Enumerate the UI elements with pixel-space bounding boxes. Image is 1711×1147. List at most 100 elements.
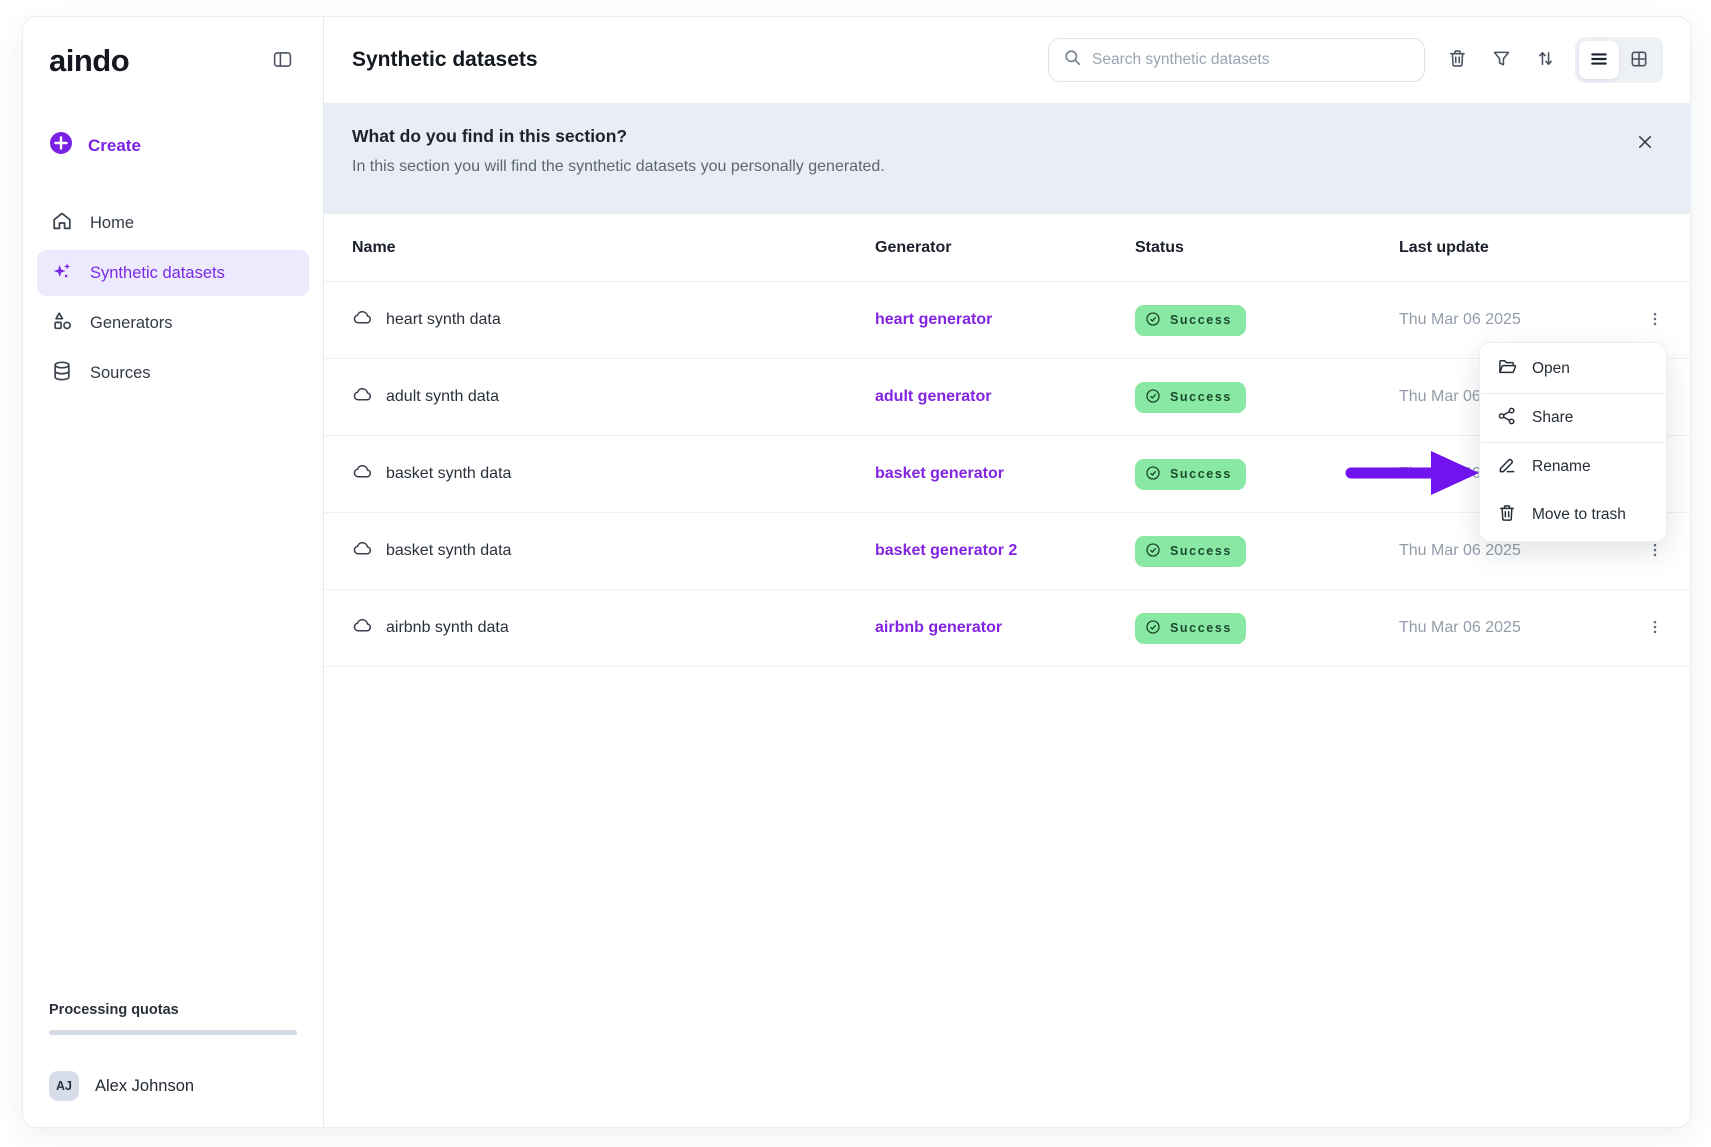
filter-button[interactable] <box>1483 42 1519 78</box>
page-header: Synthetic datasets <box>324 17 1690 103</box>
pencil-icon <box>1497 455 1517 480</box>
status-badge: Success <box>1135 613 1246 644</box>
create-button[interactable]: Create <box>23 131 323 160</box>
sidebar-item-home[interactable]: Home <box>37 200 309 246</box>
sidebar: aindo Create Home <box>23 17 324 1127</box>
check-circle-icon <box>1145 311 1161 330</box>
plus-circle-icon <box>49 131 73 160</box>
sidebar-item-label: Sources <box>90 364 151 383</box>
grid-view-button[interactable] <box>1619 41 1659 79</box>
search-input[interactable] <box>1092 51 1410 69</box>
page-title: Synthetic datasets <box>352 48 538 72</box>
row-menu-button[interactable] <box>1642 307 1668 333</box>
avatar: AJ <box>49 1071 79 1101</box>
menu-item-open[interactable]: Open <box>1480 345 1666 393</box>
create-label: Create <box>88 136 141 156</box>
annotation-arrow <box>1345 449 1481 502</box>
app-window: aindo Create Home <box>22 16 1691 1128</box>
user-name: Alex Johnson <box>95 1077 194 1096</box>
generator-link[interactable]: basket generator <box>875 465 1135 483</box>
sidebar-item-generators[interactable]: Generators <box>37 300 309 346</box>
generator-link[interactable]: heart generator <box>875 311 1135 329</box>
home-icon <box>51 210 73 237</box>
last-update: Thu Mar 06 2025 <box>1399 311 1642 329</box>
menu-item-label: Share <box>1532 409 1573 427</box>
cloud-icon <box>352 538 373 564</box>
row-context-menu: Open Share Rename Move to trash <box>1479 342 1667 542</box>
processing-quotas-label: Processing quotas <box>49 1002 297 1018</box>
banner-subtitle: In this section you will find the synthe… <box>352 158 1662 176</box>
column-header-name: Name <box>352 239 875 257</box>
list-view-icon <box>1589 49 1609 72</box>
filter-icon <box>1491 48 1512 72</box>
dataset-name: adult synth data <box>386 388 499 406</box>
quota-progress-bar <box>49 1030 297 1035</box>
generator-link[interactable]: basket generator 2 <box>875 542 1135 560</box>
search-icon <box>1063 48 1082 72</box>
check-circle-icon <box>1145 619 1161 638</box>
aindo-logo: aindo <box>49 43 129 79</box>
last-update: Thu Mar 06 2025 <box>1399 542 1642 560</box>
panel-toggle-icon <box>272 49 293 73</box>
sparkles-icon <box>51 260 73 287</box>
database-icon <box>51 360 73 387</box>
status-badge: Success <box>1135 382 1246 413</box>
dataset-name: airbnb synth data <box>386 619 509 637</box>
search-box <box>1048 38 1425 82</box>
sidebar-item-label: Synthetic datasets <box>90 264 225 283</box>
info-banner: What do you find in this section? In thi… <box>324 103 1690 214</box>
column-header-generator: Generator <box>875 239 1135 257</box>
menu-item-label: Move to trash <box>1532 506 1626 524</box>
check-circle-icon <box>1145 388 1161 407</box>
dataset-name: basket synth data <box>386 542 511 560</box>
kebab-icon <box>1646 310 1664 331</box>
banner-title: What do you find in this section? <box>352 126 1662 147</box>
menu-item-move-to-trash[interactable]: Move to trash <box>1480 491 1666 539</box>
kebab-icon <box>1646 541 1664 562</box>
sort-icon <box>1535 48 1556 72</box>
banner-close-button[interactable] <box>1632 129 1658 158</box>
row-menu-button[interactable] <box>1642 615 1668 641</box>
kebab-icon <box>1646 618 1664 639</box>
trash-button[interactable] <box>1439 42 1475 78</box>
status-badge: Success <box>1135 305 1246 336</box>
share-icon <box>1497 406 1517 431</box>
menu-item-rename[interactable]: Rename <box>1480 443 1666 491</box>
table-row[interactable]: airbnb synth data airbnb generator Succe… <box>324 590 1690 667</box>
generator-link[interactable]: adult generator <box>875 388 1135 406</box>
status-badge: Success <box>1135 536 1246 567</box>
check-circle-icon <box>1145 542 1161 561</box>
cloud-icon <box>352 307 373 333</box>
sort-button[interactable] <box>1527 42 1563 78</box>
sidebar-item-label: Generators <box>90 314 173 333</box>
dataset-name: heart synth data <box>386 311 501 329</box>
dataset-name: basket synth data <box>386 465 511 483</box>
main-content: Synthetic datasets <box>324 17 1690 1127</box>
sidebar-item-label: Home <box>90 214 134 233</box>
grid-view-icon <box>1629 49 1649 72</box>
sidebar-nav: Home Synthetic datasets Generators Sourc… <box>23 200 323 396</box>
view-toggle <box>1575 37 1663 83</box>
close-icon <box>1636 133 1654 154</box>
table-header: Name Generator Status Last update <box>324 214 1690 282</box>
folder-open-icon <box>1497 357 1517 382</box>
menu-item-share[interactable]: Share <box>1480 394 1666 442</box>
last-update: Thu Mar 06 2025 <box>1399 619 1642 637</box>
user-menu[interactable]: AJ Alex Johnson <box>49 1071 297 1101</box>
check-circle-icon <box>1145 465 1161 484</box>
list-view-button[interactable] <box>1579 41 1619 79</box>
cloud-icon <box>352 384 373 410</box>
column-header-last-update: Last update <box>1399 239 1642 257</box>
sidebar-item-sources[interactable]: Sources <box>37 350 309 396</box>
trash-icon <box>1497 503 1517 528</box>
menu-item-label: Rename <box>1532 458 1591 476</box>
cloud-icon <box>352 615 373 641</box>
sidebar-item-synthetic-datasets[interactable]: Synthetic datasets <box>37 250 309 296</box>
cloud-icon <box>352 461 373 487</box>
shapes-icon <box>51 310 73 337</box>
menu-item-label: Open <box>1532 360 1570 378</box>
collapse-sidebar-button[interactable] <box>268 45 297 77</box>
generator-link[interactable]: airbnb generator <box>875 619 1135 637</box>
status-badge: Success <box>1135 459 1246 490</box>
column-header-status: Status <box>1135 239 1399 257</box>
